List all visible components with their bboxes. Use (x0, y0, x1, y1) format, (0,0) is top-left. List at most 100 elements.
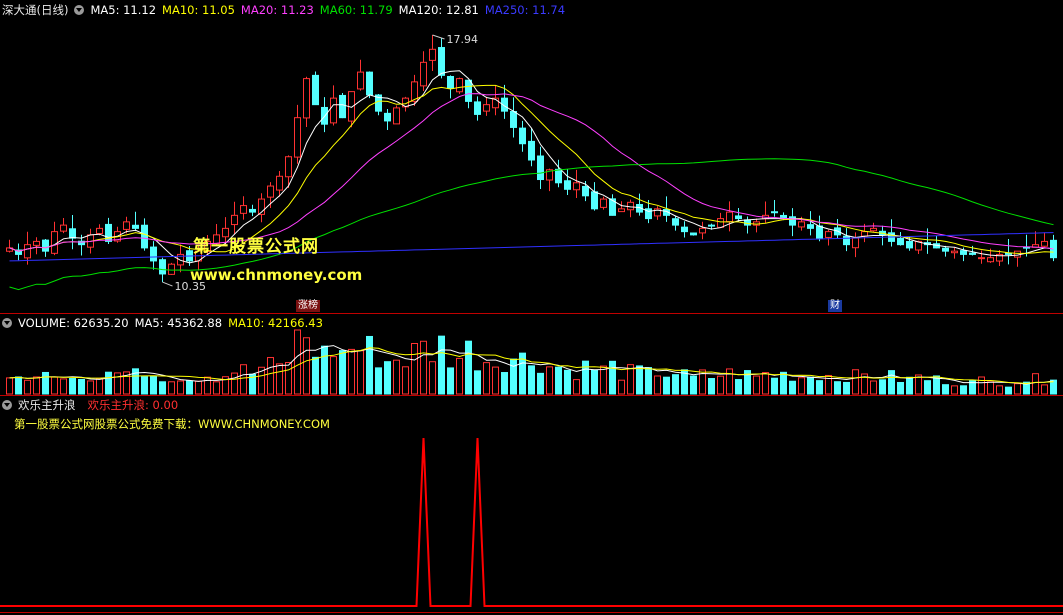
volume-bar (78, 378, 85, 395)
volume-bar (1041, 384, 1048, 395)
candle-body (60, 224, 67, 232)
candle-body (708, 224, 715, 227)
candle-body (843, 235, 850, 246)
candle-body (231, 214, 238, 226)
candle-body (771, 211, 778, 214)
volume-bar (69, 378, 76, 395)
volume-bar (294, 329, 301, 395)
volume-bar (978, 376, 985, 395)
candle-body (69, 228, 76, 239)
volume-bar (645, 367, 652, 395)
volume-bar (501, 372, 508, 395)
volume-bar (177, 380, 184, 395)
volume-bar (402, 366, 409, 395)
candle-body (519, 127, 526, 145)
volume-bar (852, 369, 859, 395)
volume-bar (285, 361, 292, 395)
volume-bar (186, 380, 193, 395)
volume-bar (420, 340, 427, 395)
volume-bar (447, 367, 454, 395)
candle-body (861, 231, 868, 237)
volume-bar (906, 376, 913, 395)
volume-bar (87, 380, 94, 395)
volume-bar (771, 377, 778, 395)
candle-body (672, 218, 679, 226)
candle-body (123, 221, 130, 230)
candle-body (456, 78, 463, 93)
volume-bar (195, 380, 202, 395)
volume-bar (708, 378, 715, 395)
volume-bar (582, 360, 589, 395)
event-tag-cai[interactable]: 财 (828, 300, 842, 312)
volume-bar (987, 381, 994, 395)
volume-bar (267, 357, 274, 395)
volume-bar (870, 380, 877, 395)
candle-body (303, 78, 310, 119)
high-price-label: 17.94 (447, 33, 479, 46)
volume-bar (762, 372, 769, 395)
candle-body (420, 61, 427, 87)
volume-bar (753, 375, 760, 395)
volume-bar (150, 376, 157, 395)
volume-bar (159, 381, 166, 395)
volume-bar (897, 381, 904, 395)
stock-chart[interactable]: 17.9410.35 (0, 0, 1063, 615)
candle-body (240, 205, 247, 214)
candle-body (393, 107, 400, 125)
candle-body (447, 75, 454, 89)
volume-bar (789, 380, 796, 395)
candle-body (96, 227, 103, 234)
candle-body (951, 250, 958, 254)
candle-body (168, 263, 175, 275)
candle-body (852, 237, 859, 249)
volume-bar (1005, 386, 1012, 395)
volume-bar (330, 356, 337, 395)
candle-body (267, 185, 274, 198)
candle-body (744, 219, 751, 226)
volume-bar (528, 365, 535, 395)
volume-bar (465, 340, 472, 395)
volume-bar (474, 370, 481, 395)
candle-body (618, 208, 625, 213)
candle-body (42, 239, 49, 252)
candle-body (699, 227, 706, 234)
volume-bar (537, 372, 544, 395)
volume-bar (24, 379, 31, 395)
candle-body (627, 201, 634, 211)
candle-body (528, 140, 535, 161)
volume-bar (888, 370, 895, 395)
event-tag-zhangbang[interactable]: 涨榜 (296, 300, 320, 312)
volume-bar (357, 350, 364, 395)
candle-body (978, 257, 985, 260)
candle-body (825, 231, 832, 238)
volume-bar (618, 379, 625, 395)
high-pointer (432, 34, 445, 40)
candle-body (285, 156, 292, 178)
volume-bar (951, 385, 958, 395)
ma60-line (9, 158, 1054, 291)
volume-bar (6, 377, 13, 395)
candle-body (294, 117, 301, 158)
candle-body (474, 101, 481, 115)
candle-body (807, 224, 814, 229)
volume-bar (942, 384, 949, 395)
candle-body (1041, 240, 1048, 247)
volume-bar (96, 378, 103, 395)
volume-bar (42, 371, 49, 395)
volume-bar (798, 377, 805, 395)
candle-body (726, 211, 733, 223)
candle-body (735, 215, 742, 220)
candle-body (339, 94, 346, 119)
volume-bar (564, 369, 571, 395)
candle-body (24, 244, 31, 259)
volume-bar (231, 372, 238, 395)
volume-bar (996, 385, 1003, 395)
candle-body (132, 224, 139, 229)
candle-body (429, 48, 436, 61)
volume-bar (609, 360, 616, 395)
volume-bar (204, 376, 211, 395)
volume-bar (168, 381, 175, 395)
ma20-line (9, 93, 1054, 252)
candle-body (159, 259, 166, 275)
volume-bar (834, 381, 841, 395)
